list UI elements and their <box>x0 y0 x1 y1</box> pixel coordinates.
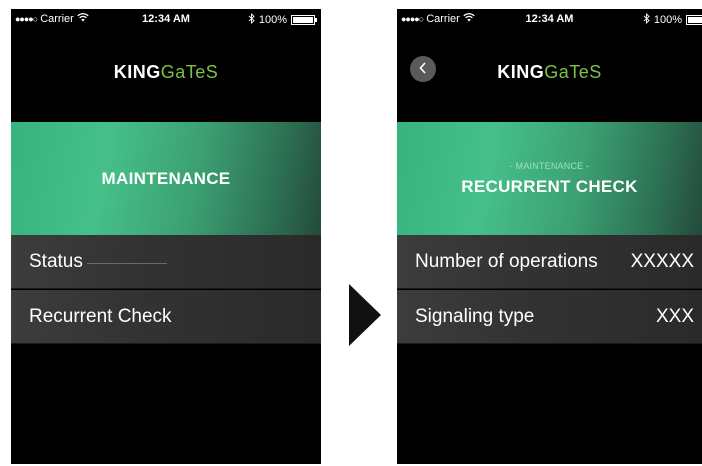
banner-title: RECURRENT CHECK <box>461 176 638 196</box>
play-arrow-icon <box>349 284 381 346</box>
banner-subtitle: - MAINTENANCE - <box>509 160 590 171</box>
status-bar: ●●●●○ Carrier 12:34 AM 100% <box>11 9 321 29</box>
maintenance-screen: ●●●●○ Carrier 12:34 AM 100% KINGGaTeS MA… <box>11 9 321 464</box>
logo-king: KING <box>113 62 161 82</box>
list-item-value: XXXXX <box>630 250 694 272</box>
list-item-signaling-type[interactable]: Signaling type XXX <box>397 290 702 344</box>
bluetooth-icon <box>248 12 255 27</box>
battery-percent: 100% <box>258 14 287 26</box>
app-logo: KINGGaTeS <box>11 62 321 83</box>
divider <box>86 263 167 264</box>
list-item-value: XXX <box>655 305 694 327</box>
list-item-label: Status <box>29 250 83 272</box>
logo-gates: GaTeS <box>544 62 602 82</box>
section-banner: - MAINTENANCE - RECURRENT CHECK <box>397 122 702 235</box>
app-logo: KINGGaTeS <box>397 62 702 83</box>
list-item-label: Number of operations <box>415 250 598 272</box>
list-item-recurrent-check[interactable]: Recurrent Check <box>11 290 321 344</box>
banner-title: MAINTENANCE <box>101 168 231 188</box>
recurrent-check-screen: ●●●●○ Carrier 12:34 AM 100% KINGGaTeS - … <box>397 9 702 464</box>
list-item-label: Signaling type <box>415 305 535 327</box>
section-banner: MAINTENANCE <box>11 122 321 235</box>
list-item-number-of-operations[interactable]: Number of operations XXXXX <box>397 235 702 289</box>
logo-gates: GaTeS <box>160 62 219 82</box>
battery-icon <box>291 15 317 25</box>
list-item-status[interactable]: Status <box>11 235 321 289</box>
list-item-label: Recurrent Check <box>29 305 172 327</box>
battery-percent: 100% <box>653 14 682 26</box>
battery-icon <box>686 15 702 25</box>
logo-king: KING <box>497 62 545 82</box>
status-bar: ●●●●○ Carrier 12:34 AM 100% <box>397 9 702 29</box>
bluetooth-icon <box>643 12 650 27</box>
